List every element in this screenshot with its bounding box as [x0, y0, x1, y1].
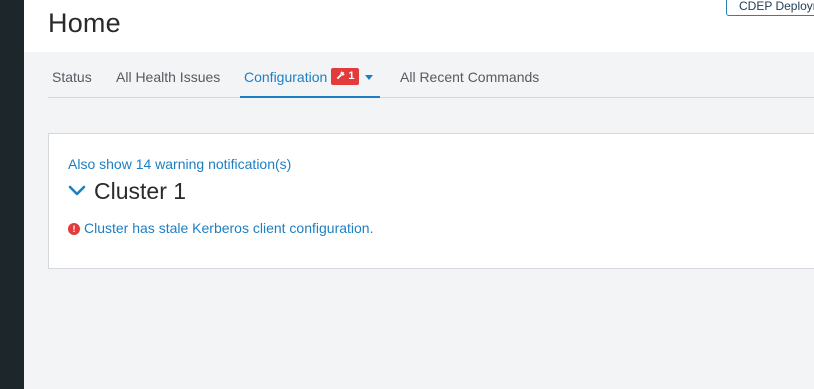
tab-bar: Status All Health Issues Configuration 1…	[48, 52, 814, 98]
tab-configuration-label: Configuration	[244, 69, 328, 85]
tab-status-label: Status	[52, 69, 92, 85]
cluster-name: Cluster 1	[94, 177, 187, 204]
tab-status[interactable]: Status	[48, 52, 96, 98]
issue-item[interactable]: ! Cluster has stale Kerberos client conf…	[68, 220, 373, 236]
left-sidebar	[0, 0, 24, 389]
app-window: Home CDEP Deployment Status All Health I…	[0, 0, 814, 389]
cluster-selector-button[interactable]: CDEP Deployment	[726, 0, 814, 16]
tab-all-recent-commands[interactable]: All Recent Commands	[396, 52, 543, 98]
cluster-heading[interactable]: Cluster 1	[68, 177, 186, 205]
tab-all-health-issues-label: All Health Issues	[116, 69, 221, 85]
configuration-issue-badge: 1	[331, 68, 360, 86]
page-header: Home CDEP Deployment	[24, 0, 814, 52]
configuration-issues-card: Also show 14 warning notification(s) Clu…	[48, 133, 814, 269]
tab-configuration[interactable]: Configuration 1	[240, 52, 380, 98]
error-icon: !	[68, 222, 80, 235]
wrench-icon	[336, 71, 345, 80]
issue-text[interactable]: Cluster has stale Kerberos client config…	[84, 220, 373, 236]
page-title: Home	[48, 8, 121, 38]
chevron-down-icon	[68, 185, 86, 196]
tab-all-recent-commands-label: All Recent Commands	[400, 69, 540, 85]
chevron-down-icon[interactable]	[365, 74, 374, 80]
configuration-badge-count: 1	[348, 70, 355, 83]
tab-all-health-issues[interactable]: All Health Issues	[112, 52, 224, 98]
show-warnings-link[interactable]: Also show 14 warning notification(s)	[68, 156, 291, 172]
